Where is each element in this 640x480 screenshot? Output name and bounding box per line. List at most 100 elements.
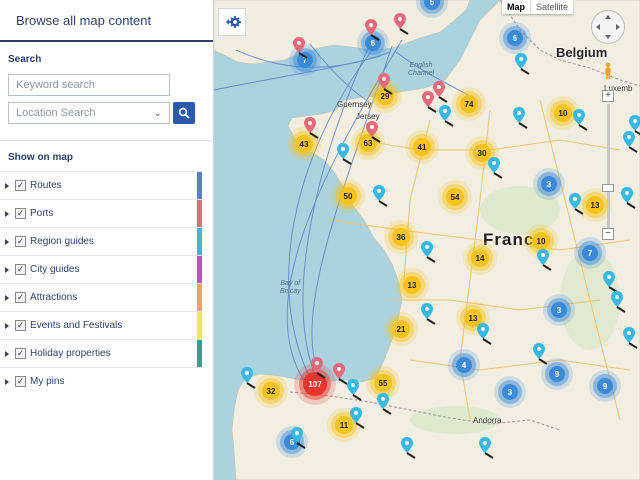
layer-label: City guides [30, 264, 80, 275]
layer-item-ports[interactable]: ✓ Ports [0, 199, 202, 227]
region-pin-icon[interactable] [372, 184, 390, 208]
layer-item-my-pins[interactable]: ✓ My pins [0, 367, 202, 395]
port-pin-icon[interactable] [292, 36, 310, 60]
keyword-search-input[interactable] [8, 74, 170, 96]
region-pin-icon[interactable] [610, 290, 628, 314]
zoom-out-button[interactable]: − [602, 228, 614, 240]
layer-color-swatch [197, 228, 202, 255]
label-bay-of-biscay: Bay of Biscay [280, 280, 301, 295]
layer-item-events-and-festivals[interactable]: ✓ Events and Festivals [0, 311, 202, 339]
expand-arrow-icon[interactable] [5, 266, 9, 273]
region-pin-icon[interactable] [438, 104, 456, 128]
region-pin-icon[interactable] [532, 342, 550, 366]
cluster-marker[interactable]: 36 [392, 228, 410, 246]
region-pin-icon[interactable] [400, 436, 418, 460]
region-pin-icon[interactable] [240, 366, 258, 390]
cluster-marker[interactable]: 13 [586, 196, 604, 214]
cluster-marker[interactable]: 54 [446, 188, 464, 206]
expand-arrow-icon[interactable] [5, 294, 9, 301]
layer-checkbox[interactable]: ✓ [15, 264, 26, 275]
zoom-slider-track[interactable] [607, 104, 610, 228]
layer-label: Events and Festivals [30, 320, 123, 331]
region-pin-icon[interactable] [620, 186, 638, 210]
layer-checkbox[interactable]: ✓ [15, 320, 26, 331]
map-type-map-button[interactable]: Map [502, 0, 530, 14]
region-pin-icon[interactable] [476, 322, 494, 346]
cluster-marker[interactable]: 55 [374, 374, 392, 392]
cluster-marker[interactable]: 41 [413, 138, 431, 156]
region-pin-icon[interactable] [536, 248, 554, 272]
cluster-marker[interactable]: 7 [582, 245, 598, 261]
layer-item-holiday-properties[interactable]: ✓ Holiday properties [0, 339, 202, 367]
layer-item-routes[interactable]: ✓ Routes [0, 171, 202, 199]
cluster-marker[interactable]: 6 [507, 30, 523, 46]
cluster-marker[interactable]: 3 [502, 384, 518, 400]
cluster-marker[interactable]: 4 [456, 357, 472, 373]
layer-checkbox[interactable]: ✓ [15, 208, 26, 219]
location-search-button[interactable] [173, 102, 195, 124]
cluster-marker[interactable]: 32 [262, 382, 280, 400]
region-pin-icon[interactable] [346, 378, 364, 402]
location-search-select[interactable]: Location Search ⌄ [8, 102, 170, 124]
cluster-marker[interactable]: 9 [597, 378, 613, 394]
cluster-marker[interactable]: 10 [554, 104, 572, 122]
layer-item-region-guides[interactable]: ✓ Region guides [0, 227, 202, 255]
gear-icon [226, 16, 241, 28]
pan-arrows-icon [596, 15, 620, 39]
map-type-satellite-button[interactable]: Satellite [530, 0, 573, 14]
cluster-marker[interactable]: 9 [549, 366, 565, 382]
expand-arrow-icon[interactable] [5, 182, 9, 189]
region-pin-icon[interactable] [478, 436, 496, 460]
port-pin-icon[interactable] [310, 356, 328, 380]
region-pin-icon[interactable] [572, 108, 590, 132]
port-pin-icon[interactable] [364, 18, 382, 42]
region-pin-icon[interactable] [376, 392, 394, 416]
layer-checkbox[interactable]: ✓ [15, 292, 26, 303]
cluster-marker[interactable]: 50 [339, 187, 357, 205]
street-view-pegman-icon[interactable] [603, 62, 613, 80]
layer-item-city-guides[interactable]: ✓ City guides [0, 255, 202, 283]
layer-item-attractions[interactable]: ✓ Attractions [0, 283, 202, 311]
region-pin-icon[interactable] [290, 426, 308, 450]
port-pin-icon[interactable] [393, 12, 411, 36]
layer-checkbox[interactable]: ✓ [15, 376, 26, 387]
cluster-marker[interactable]: 21 [392, 320, 410, 338]
region-pin-icon[interactable] [349, 406, 367, 430]
layer-checkbox[interactable]: ✓ [15, 236, 26, 247]
layer-label: Routes [30, 180, 62, 191]
port-pin-icon[interactable] [365, 120, 383, 144]
sidebar-settings-toggle[interactable] [218, 8, 246, 36]
show-on-map-label: Show on map [8, 152, 73, 163]
region-pin-icon[interactable] [420, 240, 438, 264]
expand-arrow-icon[interactable] [5, 322, 9, 329]
region-pin-icon[interactable] [568, 192, 586, 216]
cluster-marker[interactable]: 74 [460, 95, 478, 113]
region-pin-icon[interactable] [420, 302, 438, 326]
cluster-marker[interactable]: 3 [551, 302, 567, 318]
expand-arrow-icon[interactable] [5, 350, 9, 357]
port-pin-icon[interactable] [421, 90, 439, 114]
expand-arrow-icon[interactable] [5, 210, 9, 217]
port-pin-icon[interactable] [303, 116, 321, 140]
cluster-marker[interactable]: 14 [471, 249, 489, 267]
region-pin-icon[interactable] [622, 130, 640, 154]
layer-label: Region guides [30, 236, 94, 247]
label-belgium: Belgium [556, 45, 608, 60]
region-pin-icon[interactable] [336, 142, 354, 166]
zoom-in-button[interactable]: + [602, 90, 614, 102]
layer-color-swatch [197, 340, 202, 367]
cluster-marker[interactable]: 3 [541, 176, 557, 192]
port-pin-icon[interactable] [377, 72, 395, 96]
layer-checkbox[interactable]: ✓ [15, 180, 26, 191]
region-pin-icon[interactable] [514, 52, 532, 76]
expand-arrow-icon[interactable] [5, 238, 9, 245]
region-pin-icon[interactable] [487, 156, 505, 180]
layer-checkbox[interactable]: ✓ [15, 348, 26, 359]
cluster-marker[interactable]: 13 [403, 276, 421, 294]
zoom-slider-handle[interactable] [602, 184, 614, 192]
section-divider [0, 140, 212, 141]
expand-arrow-icon[interactable] [5, 378, 9, 385]
region-pin-icon[interactable] [622, 326, 640, 350]
pan-control[interactable] [591, 10, 625, 44]
region-pin-icon[interactable] [512, 106, 530, 130]
